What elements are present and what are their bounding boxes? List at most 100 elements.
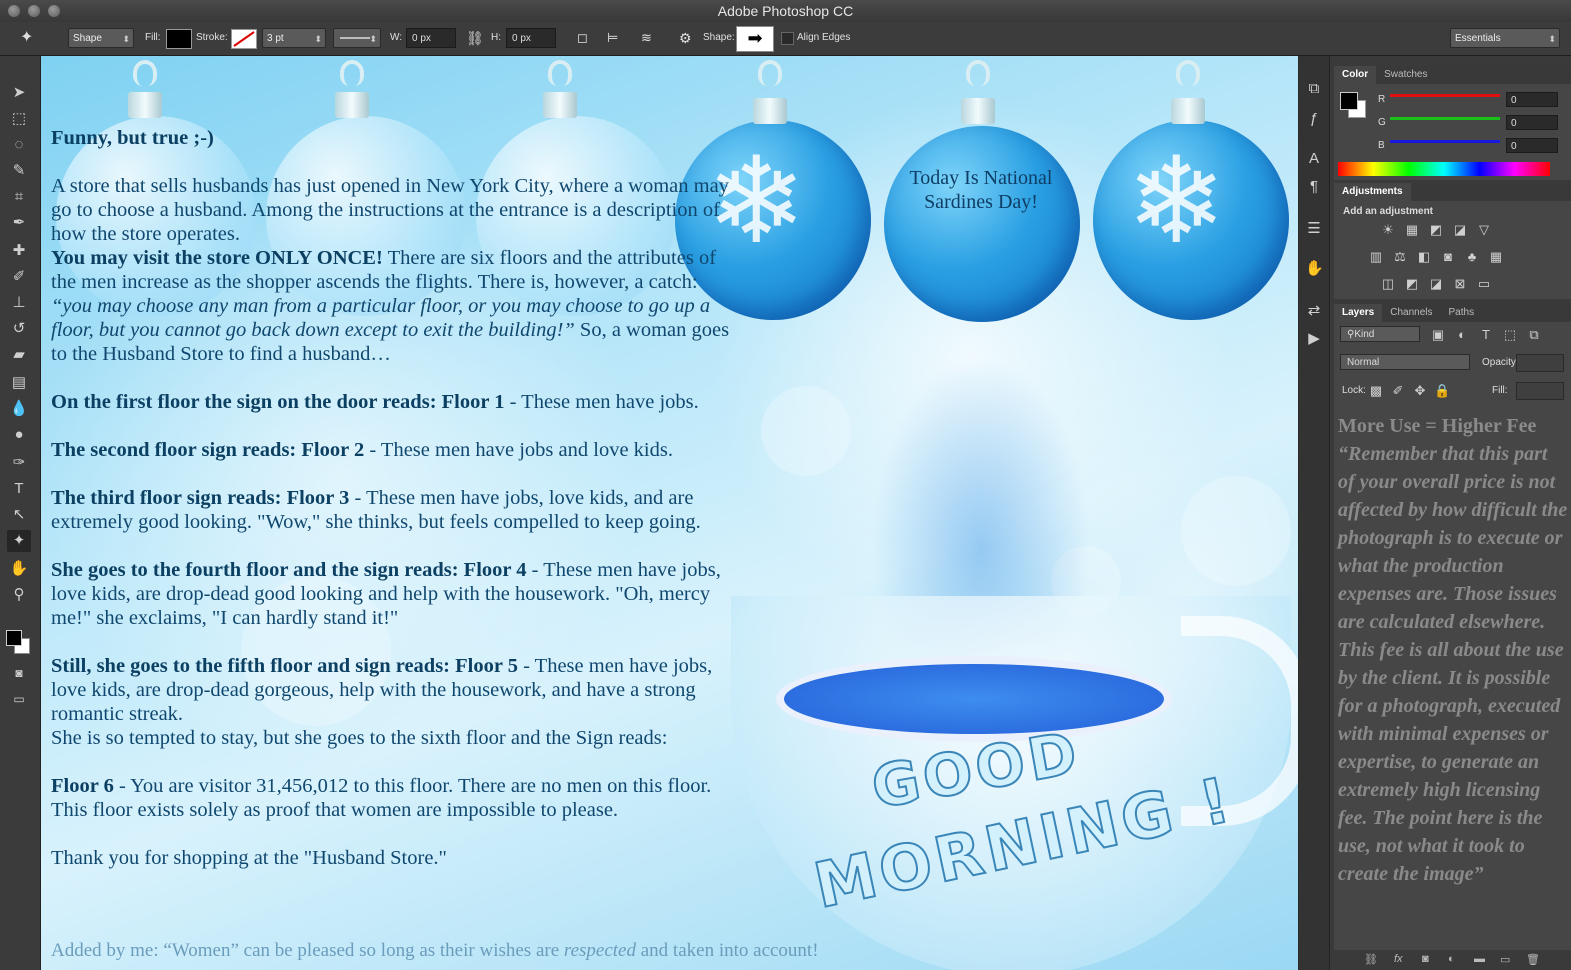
color-spectrum-bar[interactable] [1338, 162, 1550, 176]
hue-saturation-icon[interactable]: ▥ [1368, 250, 1384, 264]
photo-filter-icon[interactable]: ◙ [1440, 250, 1456, 264]
path-alignment-icon[interactable]: ⊨ [607, 28, 618, 48]
smart-object-filter-icon[interactable]: ⧉ [1526, 328, 1542, 342]
lock-position-icon[interactable]: ✥ [1412, 384, 1428, 398]
layer-mask-icon[interactable]: ◙ [1422, 953, 1429, 965]
color-balance-icon[interactable]: ⚖ [1392, 250, 1408, 264]
pen-tool-icon[interactable]: ✑ [7, 452, 31, 474]
tab-color[interactable]: Color [1334, 66, 1377, 84]
gear-icon[interactable]: ⚙ [679, 28, 692, 48]
dodge-tool-icon[interactable]: ● [7, 424, 31, 446]
new-adjustment-icon[interactable]: ◐ [1448, 953, 1455, 965]
new-group-icon[interactable]: ▬ [1474, 953, 1485, 965]
lasso-tool-icon[interactable]: ◌ [7, 134, 31, 156]
history-panel-icon[interactable]: ⧉ [1305, 80, 1323, 98]
brightness-icon[interactable]: ☀ [1380, 223, 1396, 237]
fx-icon[interactable]: fx [1394, 953, 1403, 965]
document-canvas[interactable]: ❄ ❄ Today Is National Sardines Day! GOOD… [41, 56, 1298, 970]
screen-mode-icon[interactable]: ▭ [7, 688, 31, 710]
styles-panel-icon[interactable]: ƒ [1305, 110, 1323, 128]
selective-color-icon[interactable]: ⊠ [1452, 277, 1468, 291]
posterize-icon[interactable]: ◩ [1404, 277, 1420, 291]
blue-slider[interactable] [1390, 140, 1500, 143]
tab-layers[interactable]: Layers [1334, 304, 1383, 322]
width-field[interactable]: 0 px [406, 28, 456, 48]
path-selection-tool-icon[interactable]: ↖ [7, 504, 31, 526]
crop-tool-icon[interactable]: ⌗ [7, 186, 31, 208]
green-value[interactable]: 0 [1506, 115, 1558, 130]
type-tool-icon[interactable]: T [7, 478, 31, 500]
custom-shape-tool-icon[interactable]: ✦ [7, 530, 31, 552]
lock-all-icon[interactable]: 🔒 [1434, 384, 1450, 398]
stroke-type-select[interactable] [333, 28, 381, 49]
path-arrangement-icon[interactable]: ≋ [641, 28, 652, 48]
black-white-icon[interactable]: ◧ [1416, 250, 1432, 264]
stroke-swatch[interactable] [231, 29, 257, 49]
brush-presets-panel-icon[interactable]: ✋ [1305, 260, 1324, 278]
tab-adjustments[interactable]: Adjustments [1334, 183, 1411, 201]
healing-brush-tool-icon[interactable]: ✚ [7, 240, 31, 262]
fill-swatch[interactable] [166, 29, 192, 49]
height-field[interactable]: 0 px [506, 28, 556, 48]
new-layer-icon[interactable]: ▭ [1500, 953, 1510, 966]
paragraph-panel-icon[interactable]: ¶ [1305, 178, 1323, 196]
adjustment-filter-icon[interactable]: ◐ [1454, 328, 1470, 342]
brush-tool-icon[interactable]: ✐ [7, 266, 31, 288]
quick-mask-icon[interactable]: ◙ [7, 662, 31, 684]
gradient-map-icon[interactable]: ▭ [1476, 277, 1492, 291]
channel-mixer-icon[interactable]: ♣ [1464, 250, 1480, 264]
eraser-tool-icon[interactable]: ▰ [7, 344, 31, 366]
quick-selection-tool-icon[interactable]: ✎ [7, 160, 31, 182]
link-layers-icon[interactable]: ⛓ [1364, 953, 1378, 966]
vibrance-icon[interactable]: ▽ [1476, 223, 1492, 237]
blur-tool-icon[interactable]: 💧 [7, 398, 31, 420]
link-icon[interactable]: ⛓ [466, 28, 484, 48]
red-slider[interactable] [1390, 94, 1500, 97]
clone-source-panel-icon[interactable]: ⇄ [1305, 302, 1323, 320]
custom-shape-tool-icon[interactable]: ✦ [20, 28, 33, 48]
history-brush-tool-icon[interactable]: ↺ [7, 318, 31, 340]
properties-panel-icon[interactable]: ☰ [1305, 220, 1323, 238]
tab-paths[interactable]: Paths [1441, 304, 1483, 322]
invert-icon[interactable]: ◫ [1380, 277, 1396, 291]
zoom-tool-icon[interactable]: ⚲ [7, 584, 31, 606]
path-operations-icon[interactable]: ◻ [577, 28, 588, 48]
red-value[interactable]: 0 [1506, 92, 1558, 107]
close-window-button[interactable] [8, 5, 20, 17]
shape-filter-icon[interactable]: ⬚ [1502, 328, 1518, 342]
align-edges-checkbox[interactable] [781, 32, 794, 45]
workspace-select[interactable]: Essentials [1450, 28, 1560, 49]
opacity-field[interactable] [1516, 354, 1564, 372]
blue-value[interactable]: 0 [1506, 138, 1558, 153]
color-foreground-swatch[interactable] [1340, 92, 1358, 110]
eyedropper-tool-icon[interactable]: ✒ [7, 212, 31, 234]
tab-swatches[interactable]: Swatches [1376, 66, 1435, 84]
fill-field[interactable] [1516, 382, 1564, 400]
actions-panel-icon[interactable]: ▶ [1305, 330, 1323, 348]
zoom-window-button[interactable] [48, 5, 60, 17]
curves-icon[interactable]: ◩ [1428, 223, 1444, 237]
shape-picker[interactable]: ➡ [736, 26, 774, 52]
layer-filter-kind-select[interactable]: ⚲Kind [1340, 326, 1420, 342]
hand-tool-icon[interactable]: ✋ [7, 558, 31, 580]
gradient-tool-icon[interactable]: ▤ [7, 372, 31, 394]
character-panel-icon[interactable]: A [1305, 150, 1323, 168]
trash-icon[interactable]: 🗑 [1526, 953, 1540, 966]
marquee-tool-icon[interactable]: ⬚ [7, 108, 31, 130]
move-tool-icon[interactable]: ➤ [7, 82, 31, 104]
exposure-icon[interactable]: ◪ [1452, 223, 1468, 237]
tool-mode-select[interactable]: Shape [68, 28, 134, 49]
foreground-color-swatch[interactable] [6, 630, 22, 646]
minimize-window-button[interactable] [28, 5, 40, 17]
lock-pixels-icon[interactable]: ✐ [1390, 384, 1406, 398]
green-slider[interactable] [1390, 117, 1500, 120]
lock-transparency-icon[interactable]: ▩ [1368, 384, 1384, 398]
tab-channels[interactable]: Channels [1382, 304, 1440, 322]
pixel-filter-icon[interactable]: ▣ [1430, 328, 1446, 342]
type-filter-icon[interactable]: T [1478, 328, 1494, 342]
clone-stamp-tool-icon[interactable]: ⊥ [7, 292, 31, 314]
blend-mode-select[interactable]: Normal [1340, 354, 1470, 370]
levels-icon[interactable]: ▦ [1404, 223, 1420, 237]
threshold-icon[interactable]: ◪ [1428, 277, 1444, 291]
color-lookup-icon[interactable]: ▦ [1488, 250, 1504, 264]
